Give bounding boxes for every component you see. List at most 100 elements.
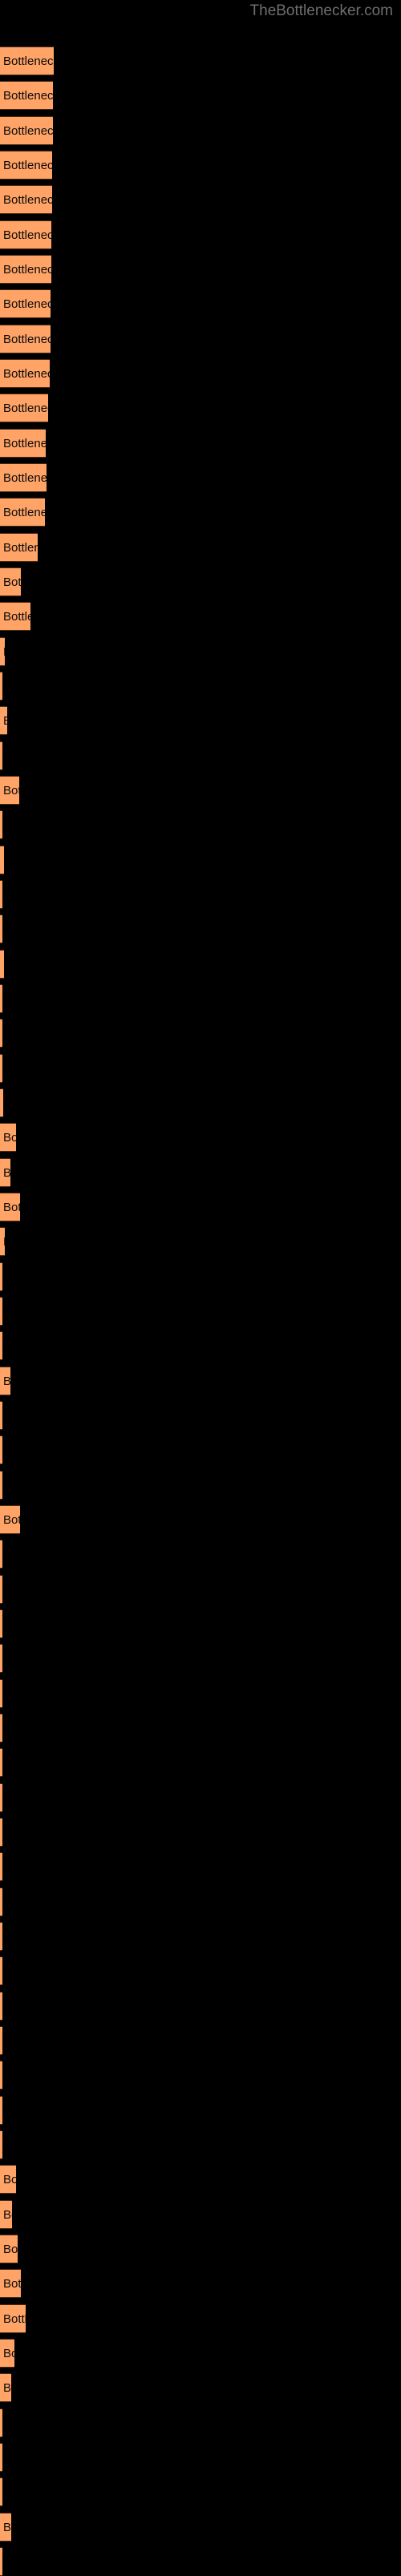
chart-bar[interactable]: Bottleneck result	[0, 567, 21, 596]
bar-row: Bottleneck result	[0, 2408, 401, 2437]
chart-bar[interactable]: Bottleneck result	[0, 1158, 10, 1187]
chart-bar[interactable]: Bottleneck result	[0, 846, 4, 874]
chart-bar[interactable]: Bottleneck result	[0, 2269, 21, 2298]
bar-row: Bottleneck result	[0, 1714, 401, 1742]
chart-bar[interactable]: Bottleneck result	[0, 776, 19, 805]
chart-bar[interactable]: Bottleneck result	[0, 1193, 20, 1221]
bar-row: Bottleneck result	[0, 255, 401, 284]
chart-bar[interactable]: Bottleneck result	[0, 1123, 16, 1152]
chart-bar[interactable]: Bottleneck result	[0, 1471, 2, 1500]
chart-bar[interactable]: Bottleneck result	[0, 463, 47, 492]
chart-bar[interactable]: Bottleneck result	[0, 498, 45, 527]
bar-row: Bottleneck result	[0, 1193, 401, 1221]
bar-label: Bottleneck result	[3, 2173, 16, 2186]
chart-bar[interactable]: Bottleneck result	[0, 533, 38, 562]
bar-row: Bottleneck result	[0, 81, 401, 110]
chart-bar[interactable]: Bottleneck result	[0, 46, 54, 75]
chart-bar[interactable]: Bottleneck result	[0, 1818, 2, 1847]
chart-bar[interactable]: Bottleneck result	[0, 1435, 2, 1464]
chart-bar[interactable]: Bottleneck result	[0, 2026, 2, 2055]
chart-bar[interactable]: Bottleneck result	[0, 1331, 2, 1360]
chart-bar[interactable]: Bottleneck result	[0, 880, 2, 909]
bar-row: Bottleneck result	[0, 880, 401, 909]
chart-bar[interactable]: Bottleneck result	[0, 81, 53, 110]
chart-bar[interactable]: Bottleneck result	[0, 2200, 12, 2229]
chart-bar[interactable]: Bottleneck result	[0, 950, 4, 979]
bar-row: Bottleneck result	[0, 1783, 401, 1812]
chart-bar[interactable]: Bottleneck result	[0, 1644, 2, 1673]
bar-row: Bottleneck result	[0, 1471, 401, 1500]
chart-bar[interactable]: Bottleneck result	[0, 1748, 2, 1777]
chart-bar[interactable]: Bottleneck result	[0, 116, 53, 145]
chart-bar[interactable]: Bottleneck result	[0, 602, 30, 631]
chart-bar[interactable]: Bottleneck result	[0, 1783, 2, 1812]
chart-bar[interactable]: Bottleneck result	[0, 1922, 2, 1951]
chart-bar[interactable]: Bottleneck result	[0, 2443, 2, 2472]
bar-label: Bottleneck result	[3, 610, 30, 624]
chart-bar[interactable]: Bottleneck result	[0, 1609, 2, 1638]
bar-label: Bottleneck result	[3, 506, 45, 519]
bar-row: Bottleneck result	[0, 325, 401, 353]
chart-bar[interactable]: Bottleneck result	[0, 2235, 18, 2263]
chart-bar[interactable]: Bottleneck result	[0, 1227, 5, 1256]
chart-bar[interactable]: Bottleneck result	[0, 1505, 20, 1534]
chart-bar[interactable]: Bottleneck result	[0, 1262, 2, 1291]
chart-bar[interactable]: Bottleneck result	[0, 2130, 2, 2159]
chart-bar[interactable]: Bottleneck result	[0, 706, 7, 735]
chart-bar[interactable]: Bottleneck result	[0, 2373, 11, 2402]
chart-bar[interactable]: Bottleneck result	[0, 2513, 11, 2542]
chart-bar[interactable]: Bottleneck result	[0, 915, 2, 943]
chart-bar[interactable]: Bottleneck result	[0, 2547, 2, 2576]
chart-bar[interactable]: Bottleneck result	[0, 1019, 2, 1048]
bar-row: Bottleneck result	[0, 1679, 401, 1708]
chart-bar[interactable]: Bottleneck result	[0, 185, 52, 214]
bar-row: Bottleneck result	[0, 1262, 401, 1291]
chart-bar[interactable]: Bottleneck result	[0, 2304, 26, 2333]
chart-bar[interactable]: Bottleneck result	[0, 810, 2, 839]
chart-bar[interactable]: Bottleneck result	[0, 1888, 2, 1916]
chart-bar[interactable]: Bottleneck result	[0, 1714, 2, 1742]
chart-bar[interactable]: Bottleneck result	[0, 325, 51, 353]
chart-bar[interactable]: Bottleneck result	[0, 2061, 2, 2089]
chart-bar[interactable]: Bottleneck result	[0, 1992, 2, 2021]
bar-row: Bottleneck result	[0, 1644, 401, 1673]
bar-label: Bottleneck result	[3, 2347, 14, 2360]
chart-bar[interactable]: Bottleneck result	[0, 2339, 14, 2368]
chart-bar[interactable]: Bottleneck result	[0, 1088, 3, 1117]
chart-bar[interactable]: Bottleneck result	[0, 359, 50, 388]
chart-bar[interactable]: Bottleneck result	[0, 1852, 2, 1881]
chart-bar[interactable]: Bottleneck result	[0, 1540, 2, 1569]
bar-row: Bottleneck result	[0, 429, 401, 458]
chart-bar[interactable]: Bottleneck result	[0, 289, 51, 318]
chart-bar[interactable]: Bottleneck result	[0, 637, 5, 666]
chart-bar[interactable]: Bottleneck result	[0, 1679, 2, 1708]
chart-bar[interactable]: Bottleneck result	[0, 394, 48, 422]
bar-label: Bottleneck result	[3, 541, 38, 555]
chart-bar[interactable]: Bottleneck result	[0, 672, 2, 701]
chart-bar[interactable]: Bottleneck result	[0, 2096, 2, 2125]
chart-bar[interactable]: Bottleneck result	[0, 1956, 2, 1985]
bar-row: Bottleneck result	[0, 1609, 401, 1638]
chart-bar[interactable]: Bottleneck result	[0, 1575, 2, 1604]
bar-label: Bottleneck result	[3, 1513, 20, 1527]
chart-bar[interactable]: Bottleneck result	[0, 1401, 2, 1430]
chart-bar[interactable]: Bottleneck result	[0, 2477, 2, 2506]
chart-bar[interactable]: Bottleneck result	[0, 255, 51, 284]
bar-label: Bottleneck result	[3, 297, 51, 311]
chart-bar[interactable]: Bottleneck result	[0, 429, 46, 458]
chart-bar[interactable]: Bottleneck result	[0, 220, 51, 249]
bar-label: Bottleneck result	[3, 471, 47, 485]
chart-bar[interactable]: Bottleneck result	[0, 984, 2, 1013]
bar-row: Bottleneck result	[0, 602, 401, 631]
chart-bar[interactable]: Bottleneck result	[0, 1297, 2, 1326]
bar-row: Bottleneck result	[0, 2513, 401, 2542]
bar-row: Bottleneck result	[0, 2235, 401, 2263]
chart-bar[interactable]: Bottleneck result	[0, 2408, 2, 2437]
chart-bar[interactable]: Bottleneck result	[0, 1054, 2, 1083]
chart-bar[interactable]: Bottleneck result	[0, 151, 52, 180]
chart-bar[interactable]: Bottleneck result	[0, 2165, 16, 2194]
chart-bar[interactable]: Bottleneck result	[0, 741, 2, 770]
bar-row: Bottleneck result	[0, 984, 401, 1013]
chart-bar[interactable]: Bottleneck result	[0, 1367, 10, 1395]
bar-row: Bottleneck result	[0, 1435, 401, 1464]
